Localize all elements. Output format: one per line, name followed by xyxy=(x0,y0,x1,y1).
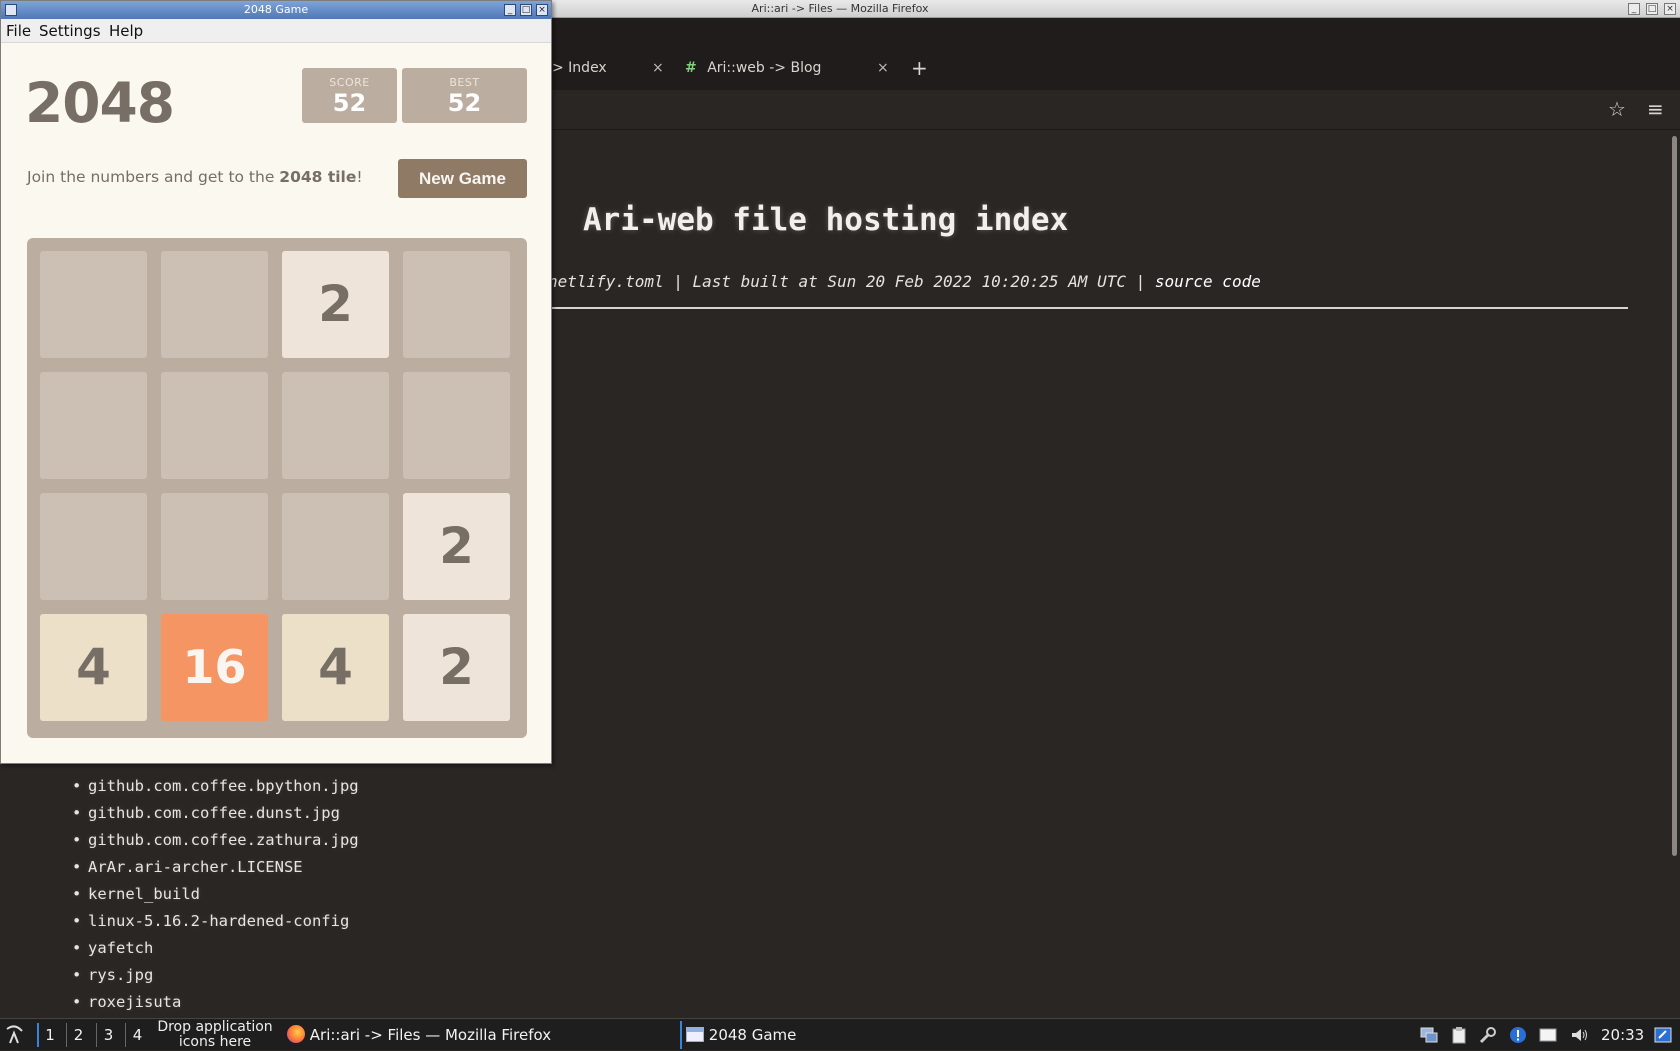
show-desktop-icon[interactable] xyxy=(1654,1026,1672,1044)
file-link[interactable]: github.com.coffee.zathura.jpg xyxy=(72,827,359,854)
game-title: 2048 xyxy=(25,71,175,135)
bookmark-star-icon[interactable]: ☆ xyxy=(1608,97,1626,121)
grid-cell xyxy=(40,251,147,358)
source-code-link[interactable]: source code xyxy=(1155,272,1261,291)
grid-cell xyxy=(40,493,147,600)
desktop-2[interactable]: 2 xyxy=(66,1023,90,1047)
update-notification-icon[interactable] xyxy=(1509,1026,1527,1044)
tab-close-icon[interactable]: × xyxy=(652,48,664,88)
tools-icon[interactable] xyxy=(1479,1026,1497,1044)
tile-2: 2 xyxy=(403,493,510,600)
task-firefox[interactable]: Ari::ari -> Files — Mozilla Firefox xyxy=(283,1021,675,1049)
firefox-title: Ari::ari -> Files — Mozilla Firefox xyxy=(751,2,929,15)
game-intro: Join the numbers and get to the 2048 til… xyxy=(27,168,363,186)
grid-cell xyxy=(161,372,268,479)
intro-text: Join the numbers and get to the xyxy=(27,168,280,186)
game-menubar: File Settings Help xyxy=(1,19,551,43)
tab-blog[interactable]: # Ari::web -> Blog × xyxy=(685,48,895,88)
file-link[interactable]: ArAr.ari-archer.LICENSE xyxy=(72,854,359,881)
grid-cell xyxy=(282,372,389,479)
menu-settings[interactable]: Settings xyxy=(39,19,101,43)
game-titlebar[interactable]: 2048 Game _ □ × xyxy=(1,1,551,19)
volume-icon[interactable] xyxy=(1570,1026,1588,1044)
tile-2: 2 xyxy=(403,614,510,721)
file-link[interactable]: roxejisuta xyxy=(72,989,359,1016)
divider xyxy=(548,307,1628,309)
display-icon[interactable] xyxy=(1539,1026,1557,1044)
desktop-3[interactable]: 3 xyxy=(96,1023,120,1047)
best-value: 52 xyxy=(447,89,482,117)
grid-cell xyxy=(161,493,268,600)
desktop-1[interactable]: 1 xyxy=(37,1023,61,1047)
file-link[interactable]: kernel_build xyxy=(72,881,359,908)
window-menu-icon[interactable] xyxy=(5,4,17,16)
hamburger-menu-icon[interactable]: ≡ xyxy=(1647,97,1664,121)
file-link[interactable]: github.com.coffee.bpython.jpg xyxy=(72,773,359,800)
file-list: github.com.coffee.bpython.jpg github.com… xyxy=(72,773,359,1016)
window-icon xyxy=(686,1027,704,1042)
task-label: 2048 Game xyxy=(708,1026,797,1044)
close-icon[interactable]: × xyxy=(536,4,548,16)
page-heading: Ari-web file hosting index xyxy=(583,202,1069,238)
grid-cell xyxy=(403,251,510,358)
new-game-button[interactable]: New Game xyxy=(398,159,527,198)
menu-help[interactable]: Help xyxy=(109,19,143,43)
build-info: netlify.toml | Last built at Sun 20 Feb … xyxy=(548,272,1155,291)
score-box: SCORE 52 xyxy=(302,68,397,123)
file-link[interactable]: rys.jpg xyxy=(72,962,359,989)
tile-4: 4 xyxy=(282,614,389,721)
minimize-icon[interactable]: _ xyxy=(1628,3,1640,15)
minimize-icon[interactable]: _ xyxy=(504,4,516,16)
tab-index[interactable]: > Index × xyxy=(552,48,672,88)
desktop-4[interactable]: 4 xyxy=(125,1023,149,1047)
maximize-icon[interactable]: □ xyxy=(1646,3,1658,15)
hash-icon: # xyxy=(685,60,697,76)
best-label: BEST xyxy=(449,76,480,89)
taskbar: 1 2 3 4 Drop application icons here Ari:… xyxy=(0,1018,1680,1050)
page-meta: netlify.toml | Last built at Sun 20 Feb … xyxy=(548,272,1261,291)
grid-cell xyxy=(282,493,389,600)
scrollbar-thumb[interactable] xyxy=(1672,136,1677,856)
best-box: BEST 52 xyxy=(402,68,527,123)
clock[interactable]: 20:33 xyxy=(1601,1019,1644,1051)
game-window: 2048 Game _ □ × File Settings Help 2048 … xyxy=(0,0,552,764)
tile-2: 2 xyxy=(282,251,389,358)
network-icon[interactable] xyxy=(1420,1026,1438,1044)
tab-close-icon[interactable]: × xyxy=(877,48,889,88)
task-2048[interactable]: 2048 Game xyxy=(680,1021,880,1049)
task-label: Ari::ari -> Files — Mozilla Firefox xyxy=(309,1026,552,1044)
grid-cell xyxy=(403,372,510,479)
new-tab-button[interactable]: + xyxy=(911,48,931,88)
game-window-title: 2048 Game xyxy=(243,3,309,16)
intro-bold: 2048 tile xyxy=(279,168,357,186)
start-menu-icon[interactable] xyxy=(4,1025,26,1045)
file-link[interactable]: yafetch xyxy=(72,935,359,962)
tile-16: 16 xyxy=(161,614,268,721)
score-value: 52 xyxy=(332,89,367,117)
maximize-icon[interactable]: □ xyxy=(520,4,532,16)
file-link[interactable]: linux-5.16.2-hardened-config xyxy=(72,908,359,935)
grid-cell xyxy=(40,372,147,479)
close-icon[interactable]: × xyxy=(1664,3,1676,15)
intro-suffix: ! xyxy=(356,168,363,186)
tab-label: Ari::web -> Blog xyxy=(707,60,822,76)
menu-file[interactable]: File xyxy=(6,19,31,43)
score-label: SCORE xyxy=(329,76,370,89)
firefox-icon xyxy=(287,1025,305,1043)
clipboard-icon[interactable] xyxy=(1450,1026,1468,1044)
file-link[interactable]: github.com.coffee.dunst.jpg xyxy=(72,800,359,827)
game-board[interactable]: 2 2 4 16 4 2 xyxy=(27,238,527,738)
grid-cell xyxy=(161,251,268,358)
tab-label: > Index xyxy=(552,60,607,76)
launcher-drop-zone[interactable]: Drop application icons here xyxy=(150,1020,280,1050)
tile-4: 4 xyxy=(40,614,147,721)
